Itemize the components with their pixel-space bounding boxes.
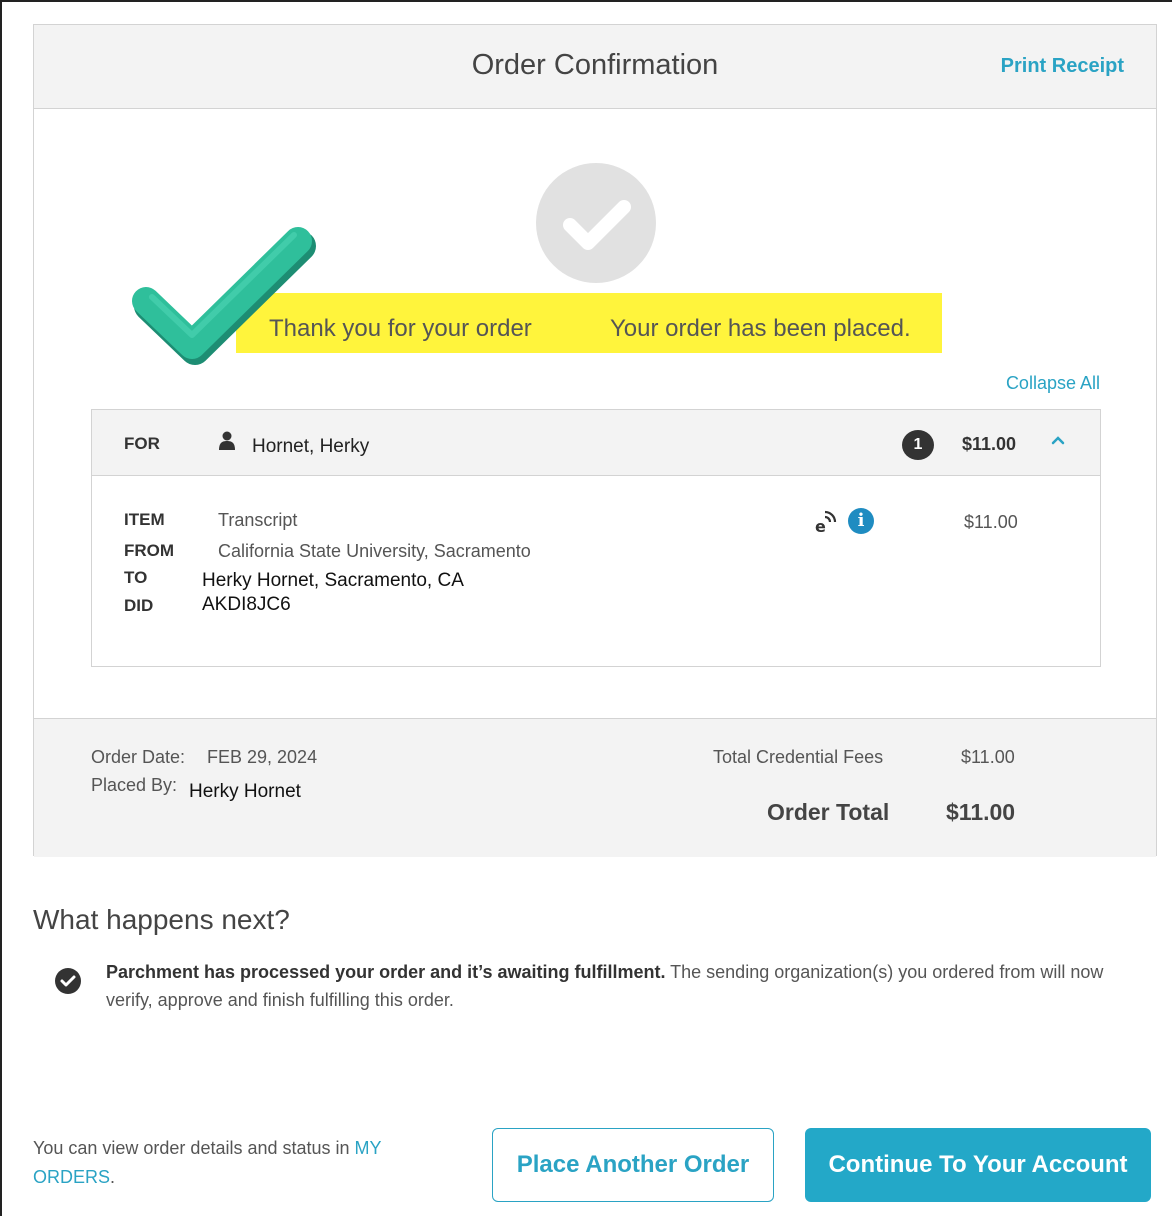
next-steps-text: Parchment has processed your order and i… xyxy=(106,958,1146,1014)
what-happens-next-heading: What happens next? xyxy=(33,904,290,935)
order-total-label: Order Total xyxy=(767,799,890,825)
recipient-panel: FOR Hornet, Herky 1 $11.00 ITEM Transcri… xyxy=(91,409,1101,667)
order-confirmation-card: Order Confirmation Print Receipt Thank y… xyxy=(33,24,1157,857)
info-icon[interactable]: i xyxy=(848,508,874,534)
to-label: TO xyxy=(124,568,148,587)
to-value: Herky Hornet, Sacramento, CA xyxy=(202,570,464,591)
order-summary: Order Date: FEB 29, 2024 Placed By: Herk… xyxy=(34,718,1156,857)
e-delivery-icon: e xyxy=(815,510,837,534)
placed-by-name: Herky Hornet xyxy=(189,781,301,802)
from-value: California State University, Sacramento xyxy=(218,541,531,561)
check-circle-icon xyxy=(55,968,81,994)
item-price: $11.00 xyxy=(964,512,1018,532)
order-total: $11.00 xyxy=(946,799,1016,825)
person-icon xyxy=(219,431,235,450)
checkmark-circle-icon xyxy=(536,163,656,283)
page-title: Order Confirmation xyxy=(471,49,719,81)
view-orders-period: . xyxy=(110,1167,116,1187)
svg-text:e: e xyxy=(815,517,826,534)
item-count-badge: 1 xyxy=(902,430,934,460)
did-value: AKDI8JC6 xyxy=(202,594,291,615)
did-label: DID xyxy=(124,596,154,615)
card-header: Order Confirmation Print Receipt xyxy=(34,25,1156,109)
continue-to-account-button[interactable]: Continue To Your Account xyxy=(805,1128,1151,1202)
chevron-up-icon[interactable] xyxy=(1050,432,1066,448)
credential-fees-label: Total Credential Fees xyxy=(713,747,884,767)
for-label: FOR xyxy=(124,434,160,453)
view-orders-text: You can view order details and status in… xyxy=(33,1134,453,1192)
recipient-total: $11.00 xyxy=(962,434,1017,454)
placed-by-label: Placed By: xyxy=(91,775,178,795)
recipient-name: Hornet, Herky xyxy=(252,436,370,457)
next-steps-bold: Parchment has processed your order and i… xyxy=(106,962,666,982)
thank-you-text: Thank you for your order xyxy=(269,315,532,342)
item-label: ITEM xyxy=(124,510,165,529)
collapse-all-link[interactable]: Collapse All xyxy=(1006,373,1100,394)
place-another-order-button[interactable]: Place Another Order xyxy=(492,1128,774,1202)
credential-fees: $11.00 xyxy=(961,747,1015,767)
recipient-header[interactable]: FOR Hornet, Herky 1 $11.00 xyxy=(92,410,1100,476)
from-label: FROM xyxy=(124,541,175,560)
view-orders-prefix: You can view order details and status in xyxy=(33,1138,355,1158)
order-placed-text: Your order has been placed. xyxy=(610,315,911,342)
print-receipt-link[interactable]: Print Receipt xyxy=(1001,55,1124,78)
order-date: FEB 29, 2024 xyxy=(207,747,318,767)
item-value: Transcript xyxy=(218,510,298,530)
order-date-label: Order Date: xyxy=(91,747,186,767)
